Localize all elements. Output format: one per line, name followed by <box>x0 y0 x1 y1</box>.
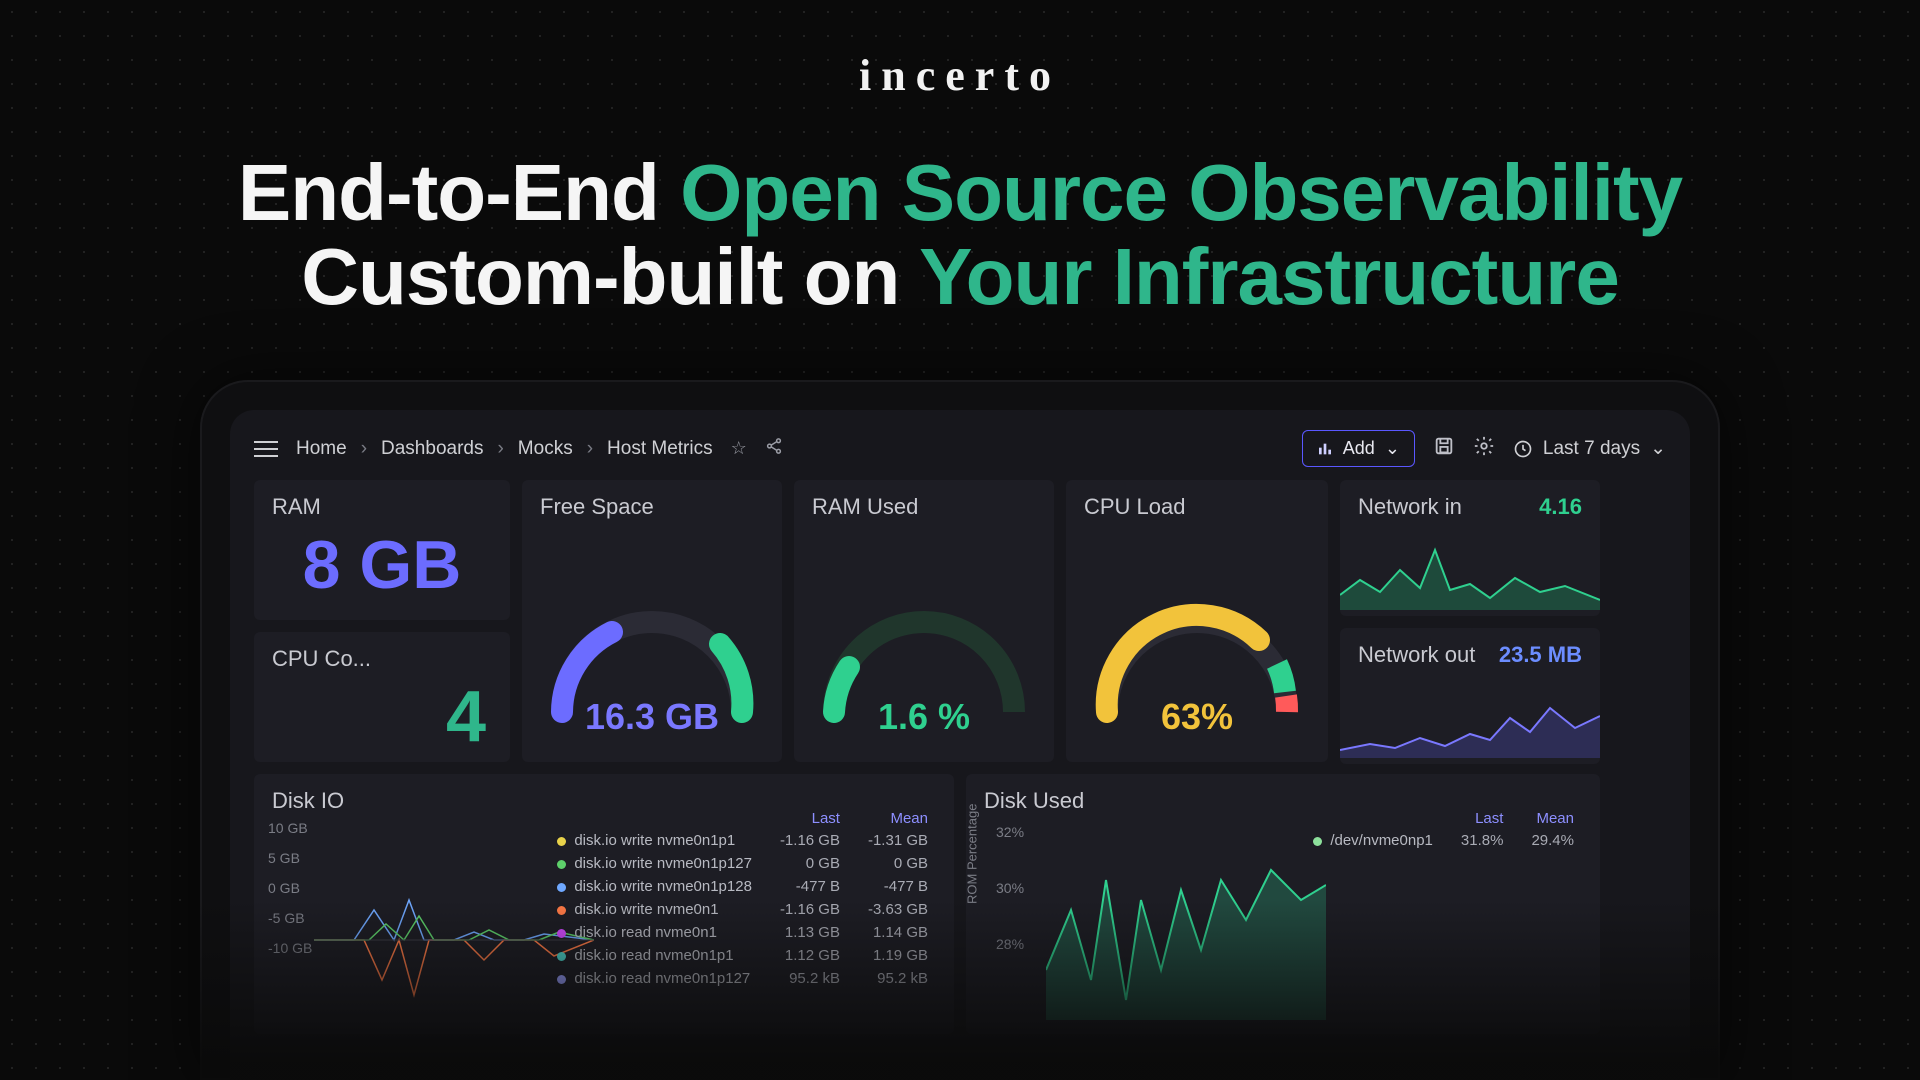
legend-row[interactable]: disk.io write nvme0n1p1270 GB0 GB <box>543 852 942 875</box>
axis-label: 5 GB <box>268 850 312 866</box>
panel-title: RAM Used <box>812 494 1036 520</box>
headline-part: Custom-built on <box>301 232 919 321</box>
panel-title: Free Space <box>540 494 764 520</box>
legend-row[interactable]: /dev/nvme0np131.8%29.4% <box>1299 829 1588 852</box>
crumb-hostmetrics[interactable]: Host Metrics <box>607 438 713 460</box>
axis-label: 10 GB <box>268 820 312 836</box>
brand-logo: incerto <box>0 0 1920 101</box>
breadcrumb: Home › Dashboards › Mocks › Host Metrics <box>296 438 713 460</box>
ram-value: 8 GB <box>272 526 492 604</box>
bar-chart-icon <box>1317 441 1333 457</box>
legend-row[interactable]: disk.io read nvme0n1p11.12 GB1.19 GB <box>543 944 942 967</box>
cpu-load-value: 63% <box>1066 696 1328 738</box>
panel-cpu-load[interactable]: CPU Load 63% <box>1066 480 1328 762</box>
diskused-legend: LastMean/dev/nvme0np131.8%29.4% <box>1299 808 1588 852</box>
hero-headline: End-to-End Open Source Observability Cus… <box>0 151 1920 319</box>
panel-disk-io[interactable]: i Disk IO 10 GB 5 GB 0 GB -5 GB -10 GB <box>254 774 954 1034</box>
diskio-legend: LastMeandisk.io write nvme0n1p1-1.16 GB-… <box>543 808 942 990</box>
diskused-chart <box>1046 850 1326 1020</box>
crumb-dashboards[interactable]: Dashboards <box>381 438 483 460</box>
save-icon[interactable] <box>1433 435 1455 463</box>
panel-title: RAM <box>272 494 492 520</box>
axis-label: 0 GB <box>268 880 312 896</box>
chevron-right-icon: › <box>361 438 367 460</box>
panel-title: CPU Load <box>1084 494 1310 520</box>
panel-network-in[interactable]: Network in 4.16 <box>1340 480 1600 616</box>
legend-row[interactable]: disk.io write nvme0n1-1.16 GB-3.63 GB <box>543 898 942 921</box>
crumb-mocks[interactable]: Mocks <box>518 438 573 460</box>
legend-row[interactable]: disk.io write nvme0n1p128-477 B-477 B <box>543 875 942 898</box>
panel-title: Network out <box>1358 642 1475 667</box>
headline-part: Open Source Observability <box>680 148 1682 237</box>
panel-ram-used[interactable]: RAM Used 1.6 % <box>794 480 1054 762</box>
gear-icon[interactable] <box>1473 435 1495 463</box>
diskused-y-title: ROM Percentage <box>965 804 980 904</box>
panel-title: CPU Co... <box>272 646 492 672</box>
clock-icon <box>1513 439 1533 459</box>
panel-ram[interactable]: RAM 8 GB <box>254 480 510 620</box>
add-button-label: Add <box>1343 438 1375 459</box>
ram-used-value: 1.6 % <box>794 696 1054 738</box>
time-range-picker[interactable]: Last 7 days ⌄ <box>1513 437 1666 460</box>
cores-value: 4 <box>272 676 492 758</box>
diskio-y-axis: 10 GB 5 GB 0 GB -5 GB -10 GB <box>268 820 312 956</box>
chevron-down-icon: ⌄ <box>1650 437 1666 460</box>
panel-network-out[interactable]: Network out 23.5 MB <box>1340 628 1600 764</box>
network-in-spark <box>1340 540 1600 610</box>
diskused-y-axis: 32% 30% 28% <box>996 824 1024 952</box>
panel-title: Network in <box>1358 494 1462 519</box>
time-range-label: Last 7 days <box>1543 438 1640 460</box>
panel-free-space[interactable]: Free Space 16.3 GB <box>522 480 782 762</box>
chevron-down-icon: ⌄ <box>1385 438 1400 459</box>
crumb-home[interactable]: Home <box>296 438 347 460</box>
axis-label: -5 GB <box>268 910 312 926</box>
axis-label: 32% <box>996 824 1024 840</box>
network-out-value: 23.5 MB <box>1499 642 1582 668</box>
add-button[interactable]: Add ⌄ <box>1302 430 1415 467</box>
axis-label: 30% <box>996 880 1024 896</box>
topbar: Home › Dashboards › Mocks › Host Metrics… <box>254 430 1666 467</box>
star-icon[interactable]: ☆ <box>731 438 747 459</box>
panel-cpu-cores[interactable]: CPU Co... 4 <box>254 632 510 762</box>
axis-label: -10 GB <box>268 940 312 956</box>
network-in-value: 4.16 <box>1539 494 1582 520</box>
headline-part: End-to-End <box>238 148 680 237</box>
legend-row[interactable]: disk.io read nvme0n11.13 GB1.14 GB <box>543 921 942 944</box>
chevron-right-icon: › <box>497 438 503 460</box>
panel-disk-used[interactable]: Disk Used 32% 30% 28% ROM Percentage Las… <box>966 774 1600 1034</box>
dashboard-grid: RAM 8 GB CPU Co... 4 Free Space <box>254 480 1666 1080</box>
legend-row[interactable]: disk.io write nvme0n1p1-1.16 GB-1.31 GB <box>543 829 942 852</box>
network-out-spark <box>1340 688 1600 758</box>
chevron-right-icon: › <box>587 438 593 460</box>
device-frame: Home › Dashboards › Mocks › Host Metrics… <box>200 380 1720 1080</box>
axis-label: 28% <box>996 936 1024 952</box>
dashboard-screen: Home › Dashboards › Mocks › Host Metrics… <box>230 410 1690 1080</box>
headline-part: Your Infrastructure <box>919 232 1619 321</box>
free-space-value: 16.3 GB <box>522 696 782 738</box>
legend-row[interactable]: disk.io read nvme0n1p12795.2 kB95.2 kB <box>543 967 942 990</box>
share-icon[interactable] <box>765 437 783 460</box>
menu-icon[interactable] <box>254 441 278 457</box>
